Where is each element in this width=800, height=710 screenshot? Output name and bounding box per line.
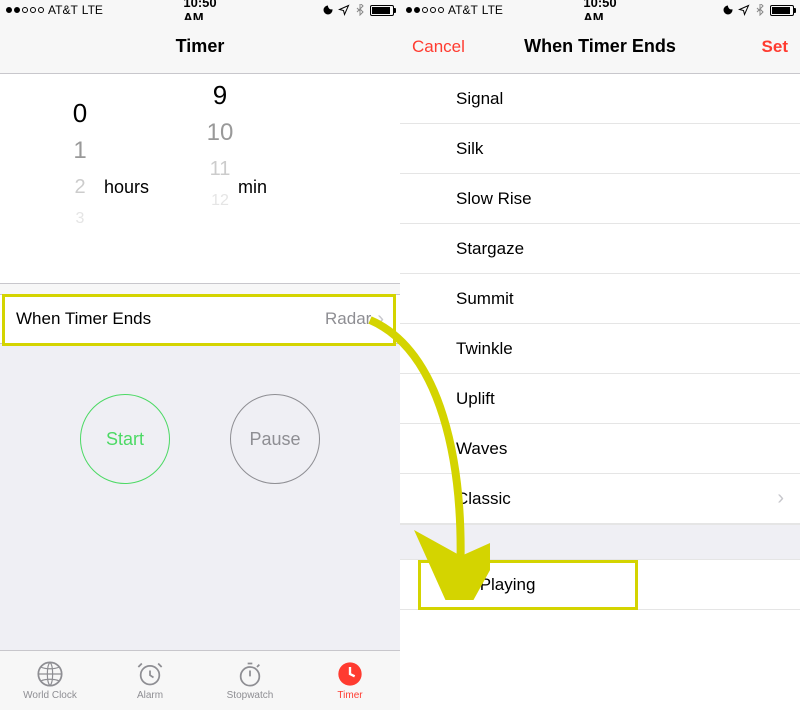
cancel-button[interactable]: Cancel — [412, 37, 482, 57]
tab-label: Alarm — [137, 690, 163, 701]
navbar-sounds: Cancel When Timer Ends Set — [400, 20, 800, 74]
sound-item-summit[interactable]: Summit — [400, 274, 800, 324]
bluetooth-icon — [754, 4, 766, 16]
picker-mins-label: min — [238, 177, 267, 198]
statusbar-right — [617, 4, 794, 16]
sound-item-slow-rise[interactable]: Slow Rise — [400, 174, 800, 224]
tab-label: Stopwatch — [227, 690, 274, 701]
globe-icon — [36, 660, 64, 688]
pause-button[interactable]: Pause — [230, 394, 320, 484]
sound-item-label: Classic — [456, 489, 511, 509]
carrier-label: AT&T — [48, 3, 78, 17]
screen-when-timer-ends: AT&T LTE 10:50 AM Cancel When Timer Ends… — [400, 0, 800, 710]
carrier-label: AT&T — [448, 3, 478, 17]
signal-dots-icon — [406, 7, 444, 13]
timer-icon — [336, 660, 364, 688]
nav-title: When Timer Ends — [482, 36, 718, 57]
stopwatch-icon — [236, 660, 264, 688]
battery-icon — [370, 5, 394, 16]
picker-hours-item[interactable]: 0 — [50, 94, 110, 132]
sound-item-stargaze[interactable]: Stargaze — [400, 224, 800, 274]
time-picker[interactable]: 0 1 2 3 6 7 8 9 10 11 12 .picker-col.hou… — [0, 74, 400, 284]
location-icon — [738, 4, 750, 16]
nav-title: Timer — [82, 36, 318, 57]
location-icon — [338, 4, 350, 16]
sound-item-signal[interactable]: Signal — [400, 74, 800, 124]
statusbar-left: AT&T LTE — [6, 3, 183, 17]
tabbar: World Clock Alarm Stopwatch Timer — [0, 650, 400, 710]
tab-label: World Clock — [23, 690, 77, 701]
battery-icon — [770, 5, 794, 16]
sound-item-twinkle[interactable]: Twinkle — [400, 324, 800, 374]
statusbar-left: AT&T LTE — [406, 3, 583, 17]
tab-label: Timer — [337, 690, 362, 701]
picker-hours-item[interactable]: 1 — [50, 132, 110, 168]
statusbar: AT&T LTE 10:50 AM — [400, 0, 800, 20]
alarm-icon — [136, 660, 164, 688]
timer-buttons-area: Start Pause — [0, 344, 400, 650]
picker-mins-item[interactable]: 9 — [190, 76, 250, 114]
when-timer-ends-row[interactable]: When Timer Ends Radar › — [0, 294, 400, 344]
start-button[interactable]: Start — [80, 394, 170, 484]
tab-stopwatch[interactable]: Stopwatch — [210, 660, 290, 701]
moon-icon — [322, 4, 334, 16]
screen-timer: AT&T LTE 10:50 AM Timer 0 1 2 3 6 7 8 9 — [0, 0, 400, 710]
signal-dots-icon — [6, 7, 44, 13]
sound-item-classic[interactable]: Classic › — [400, 474, 800, 524]
sound-item-silk[interactable]: Silk — [400, 124, 800, 174]
set-button[interactable]: Set — [718, 37, 788, 57]
picker-hours-label: hours — [104, 177, 149, 198]
sound-item-uplift[interactable]: Uplift — [400, 374, 800, 424]
sound-list[interactable]: Signal Silk Slow Rise Stargaze Summit Tw… — [400, 74, 800, 710]
network-label: LTE — [82, 3, 103, 17]
section-gap — [400, 524, 800, 560]
network-label: LTE — [482, 3, 503, 17]
navbar-timer: Timer — [0, 20, 400, 74]
chevron-right-icon: › — [377, 308, 384, 331]
chevron-right-icon: › — [777, 487, 784, 510]
stop-playing-row[interactable]: Stop Playing — [400, 560, 800, 610]
sound-item-waves[interactable]: Waves — [400, 424, 800, 474]
when-timer-ends-value: Radar — [325, 309, 371, 329]
tab-timer[interactable]: Timer — [310, 660, 390, 701]
when-timer-ends-label: When Timer Ends — [16, 309, 151, 329]
moon-icon — [722, 4, 734, 16]
statusbar-right — [217, 4, 394, 16]
picker-mins-item[interactable]: 10 — [190, 114, 250, 150]
statusbar: AT&T LTE 10:50 AM — [0, 0, 400, 20]
bluetooth-icon — [354, 4, 366, 16]
tab-alarm[interactable]: Alarm — [110, 660, 190, 701]
tab-worldclock[interactable]: World Clock — [10, 660, 90, 701]
